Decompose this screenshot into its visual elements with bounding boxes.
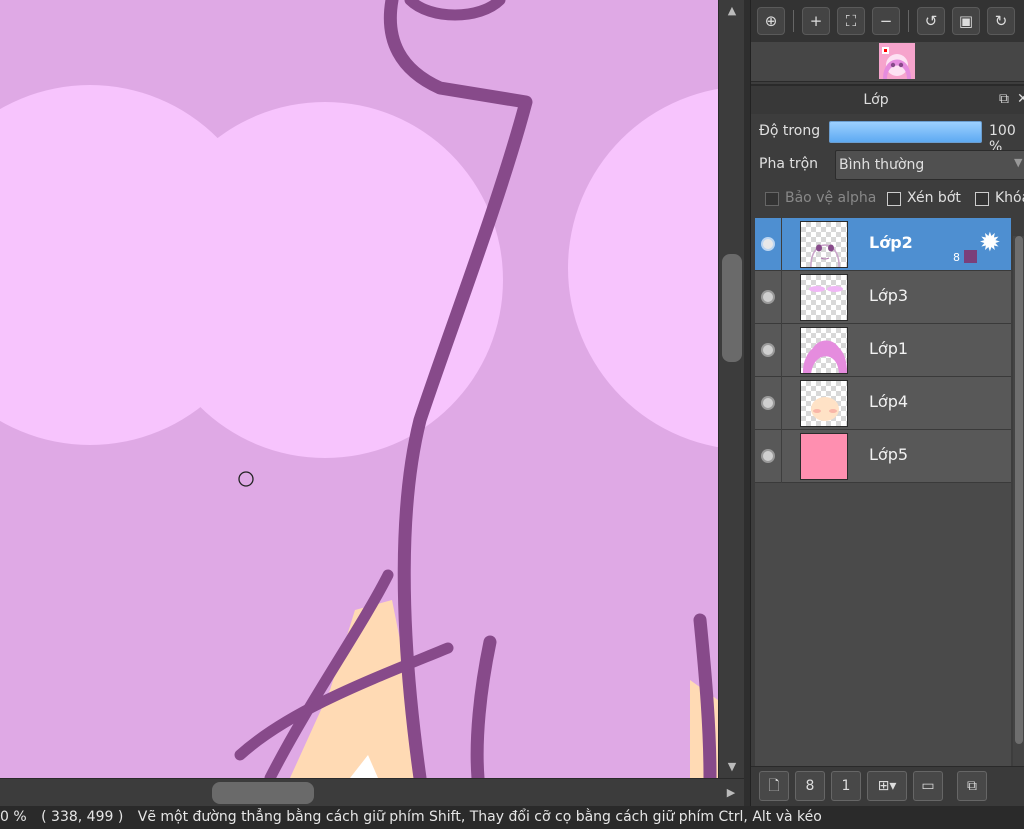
zoom-actual-icon[interactable]: ⊕ bbox=[757, 7, 785, 35]
canvas-horizontal-scrollbar[interactable]: ▶ bbox=[0, 778, 744, 806]
protect-alpha-label: Bảo vệ alpha bbox=[785, 190, 877, 206]
row-divider bbox=[781, 271, 782, 324]
navigator-toolbar: ⊕ + ⛶ − ↺ ▣ ↻ bbox=[751, 0, 1024, 42]
zoom-out-icon[interactable]: − bbox=[872, 7, 900, 35]
toolbar-separator bbox=[908, 10, 909, 32]
clipping-checkbox[interactable] bbox=[887, 192, 901, 206]
rotate-left-icon[interactable]: ↺ bbox=[917, 7, 945, 35]
layer-name: Lớp3 bbox=[869, 286, 909, 305]
layer-name: Lớp1 bbox=[869, 339, 909, 358]
layer-panel-title: Lớp bbox=[863, 92, 889, 108]
blend-mode-value: Bình thường bbox=[839, 157, 925, 173]
vertical-scroll-thumb[interactable] bbox=[722, 254, 742, 362]
opacity-label: Độ trong bbox=[759, 123, 821, 139]
layer-row[interactable]: Lớp5 bbox=[755, 430, 1011, 483]
folder-icon[interactable]: ▭ bbox=[913, 771, 943, 801]
layer-toolbar: 🗋 8 1 ⊞▾ ▭ ⧉ bbox=[751, 766, 1024, 806]
toolbar-separator bbox=[793, 10, 794, 32]
layer-panel-header: Lớp ⧉ ✕ bbox=[751, 84, 1024, 114]
visibility-eye-icon[interactable] bbox=[761, 237, 775, 251]
scroll-down-icon[interactable]: ▼ bbox=[725, 760, 739, 774]
layer-name: Lớp4 bbox=[869, 392, 909, 411]
zoom-in-icon[interactable]: + bbox=[802, 7, 830, 35]
chevron-down-icon: ▼ bbox=[1014, 156, 1023, 169]
protect-alpha-checkbox[interactable] bbox=[765, 192, 779, 206]
layer-row[interactable]: Lớp1 bbox=[755, 324, 1011, 377]
drawing-canvas[interactable] bbox=[0, 0, 718, 778]
row-divider bbox=[781, 324, 782, 377]
status-bar: 0 % ( 338, 499 ) Vẽ một đường thẳng bằng… bbox=[0, 806, 1024, 829]
visibility-eye-icon[interactable] bbox=[761, 396, 775, 410]
layer-list-scrollbar[interactable] bbox=[1013, 236, 1024, 766]
opacity-slider[interactable] bbox=[829, 121, 982, 143]
scroll-right-icon[interactable]: ▶ bbox=[724, 786, 738, 800]
layer-row[interactable]: Lớp4 bbox=[755, 377, 1011, 430]
new-1bit-layer-icon[interactable]: 1 bbox=[831, 771, 861, 801]
clipping-label: Xén bớt bbox=[907, 190, 961, 206]
canvas-vertical-scrollbar[interactable]: ▲ ▼ bbox=[718, 0, 744, 778]
lock-checkbox[interactable] bbox=[975, 192, 989, 206]
status-hint: Vẽ một đường thẳng bằng cách giữ phím Sh… bbox=[137, 809, 822, 825]
rotate-right-icon[interactable]: ↻ bbox=[987, 7, 1015, 35]
zoom-readout: 0 % bbox=[0, 809, 27, 825]
right-panel: ⊕ + ⛶ − ↺ ▣ ↻ Lớp ⧉ ✕ Độ trong 100 % Pha… bbox=[750, 0, 1024, 806]
lock-label: Khóa bbox=[995, 190, 1024, 206]
layer-thumbnail bbox=[800, 274, 848, 321]
navigator-thumbnail bbox=[879, 43, 915, 79]
visibility-eye-icon[interactable] bbox=[761, 343, 775, 357]
add-layer-menu-icon[interactable]: ⊞▾ bbox=[867, 771, 907, 801]
horizontal-scroll-thumb[interactable] bbox=[212, 782, 314, 804]
new-layer-icon[interactable]: 🗋 bbox=[759, 771, 789, 801]
close-icon[interactable]: ✕ bbox=[1017, 91, 1024, 107]
layer-row[interactable]: Lớp3 bbox=[755, 271, 1011, 324]
layer-thumbnail bbox=[800, 433, 848, 480]
popout-icon[interactable]: ⧉ bbox=[999, 91, 1009, 107]
layer-thumbnail bbox=[800, 380, 848, 427]
layer-thumbnail bbox=[800, 327, 848, 374]
layer-name: Lớp5 bbox=[869, 445, 909, 464]
fit-icon[interactable]: ⛶ bbox=[837, 7, 865, 35]
row-divider bbox=[781, 218, 782, 271]
new-8bit-layer-icon[interactable]: 8 bbox=[795, 771, 825, 801]
layer-list: Lớp2 8 ✹ Lớp3 Lớp1 Lớp4 Lớp5 bbox=[755, 218, 1011, 766]
layer-list-scroll-thumb[interactable] bbox=[1015, 236, 1023, 744]
blend-mode-select[interactable]: Bình thường bbox=[835, 150, 1024, 180]
canvas-artwork bbox=[0, 0, 718, 778]
row-divider bbox=[781, 430, 782, 483]
row-divider bbox=[781, 377, 782, 430]
layer-thumbnail bbox=[800, 221, 848, 268]
blend-label: Pha trộn bbox=[759, 156, 819, 172]
layer-row[interactable]: Lớp2 8 ✹ bbox=[755, 218, 1011, 271]
layer-badge: 8 bbox=[953, 251, 960, 264]
layer-color-swatch bbox=[964, 250, 977, 263]
duplicate-layer-icon[interactable]: ⧉ bbox=[957, 771, 987, 801]
gear-icon[interactable]: ✹ bbox=[979, 228, 1001, 258]
fullscreen-icon[interactable]: ▣ bbox=[952, 7, 980, 35]
visibility-eye-icon[interactable] bbox=[761, 449, 775, 463]
cursor-coords: ( 338, 499 ) bbox=[41, 809, 124, 825]
navigator-preview[interactable] bbox=[751, 42, 1024, 82]
scroll-up-icon[interactable]: ▲ bbox=[725, 4, 739, 18]
app-window: ▲ ▼ ▶ ⊕ + ⛶ − ↺ ▣ ↻ Lớp ⧉ ✕ Độ trong 100… bbox=[0, 0, 1024, 829]
layer-name: Lớp2 bbox=[869, 233, 913, 252]
visibility-eye-icon[interactable] bbox=[761, 290, 775, 304]
